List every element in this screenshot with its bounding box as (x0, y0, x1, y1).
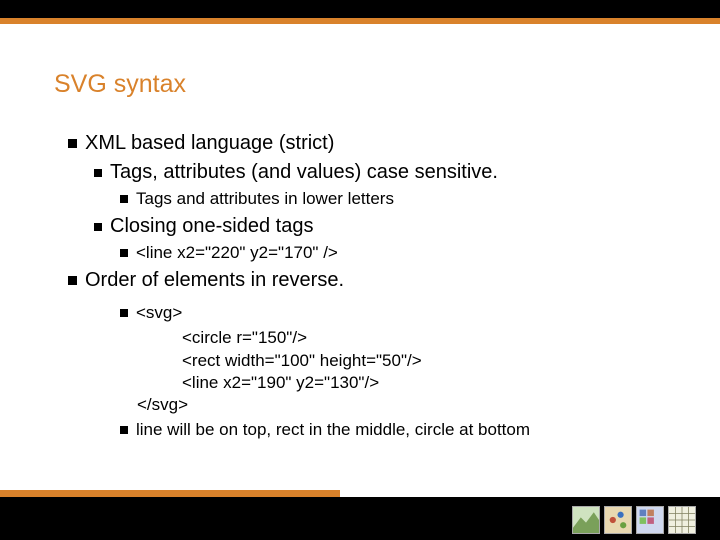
code-line: <rect width="100" height="50"/> (146, 350, 690, 371)
bullet-icon (120, 249, 128, 257)
bullet-level-1: XML based language (strict) (68, 130, 690, 156)
bullet-level-1: Order of elements in reverse. (68, 267, 690, 293)
thumbnail-icon (668, 506, 696, 534)
bullet-level-2: Closing one-sided tags (94, 213, 690, 239)
bullet-text: <circle r="150"/> (182, 328, 307, 347)
bullet-level-3: <svg> (120, 302, 690, 324)
bullet-text: <line x2="190" y2="130"/> (182, 373, 379, 392)
bullet-level-3: line will be on top, rect in the middle,… (120, 419, 690, 441)
code-line: <line x2="190" y2="130"/> (146, 372, 690, 393)
thumbnail-icon (572, 506, 600, 534)
bullet-level-3: Tags and attributes in lower letters (120, 188, 690, 210)
bullet-text: Tags, attributes (and values) case sensi… (110, 161, 498, 183)
bullet-icon (120, 195, 128, 203)
bullet-icon (68, 276, 77, 285)
footer-orange-bar (0, 490, 340, 497)
bullet-text: XML based language (strict) (85, 132, 334, 154)
thumbnail-icon (636, 506, 664, 534)
footer-thumbnails (572, 506, 696, 534)
code-line: </svg> (120, 394, 690, 416)
bullet-text: <svg> (136, 303, 182, 322)
thumbnail-icon (604, 506, 632, 534)
bullet-icon (120, 426, 128, 434)
bullet-text: Closing one-sided tags (110, 215, 313, 237)
bullet-icon (94, 223, 102, 231)
bullet-icon (120, 309, 128, 317)
slide: SVG syntax XML based language (strict) T… (0, 0, 720, 540)
header-orange-bar (0, 18, 720, 24)
bullet-text: <rect width="100" height="50"/> (182, 351, 422, 370)
header-black-bar (0, 0, 720, 18)
bullet-text: Order of elements in reverse. (85, 269, 344, 291)
bullet-text: line will be on top, rect in the middle,… (136, 420, 530, 439)
bullet-text: </svg> (137, 395, 188, 414)
bullet-text: Tags and attributes in lower letters (136, 189, 394, 208)
bullet-text: <line x2="220" y2="170" /> (136, 243, 338, 262)
bullet-level-3: <line x2="220" y2="170" /> (120, 242, 690, 264)
bullet-icon (68, 139, 77, 148)
bullet-icon (94, 169, 102, 177)
slide-content: XML based language (strict) Tags, attrib… (68, 130, 690, 444)
bullet-level-2: Tags, attributes (and values) case sensi… (94, 159, 690, 185)
slide-title: SVG syntax (54, 70, 186, 99)
code-line: <circle r="150"/> (146, 327, 690, 348)
